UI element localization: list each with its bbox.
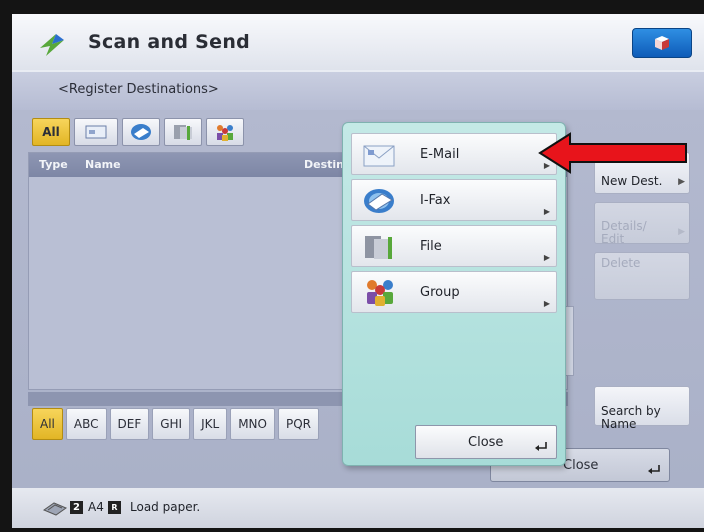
tab-file[interactable] bbox=[164, 118, 202, 146]
popup-item-email[interactable]: E-Mail ▶ bbox=[351, 133, 557, 175]
chevron-right-icon: ▶ bbox=[678, 227, 685, 237]
tab-all-label: All bbox=[42, 125, 60, 139]
scan-send-icon bbox=[40, 34, 64, 56]
file-icon bbox=[174, 125, 192, 140]
ifax-icon bbox=[364, 189, 394, 213]
sub-header: <Register Destinations> bbox=[12, 72, 704, 110]
paper-tray-icon bbox=[42, 502, 68, 516]
register-new-dest-label: New Dest. bbox=[601, 174, 663, 188]
alpha-label: MNO bbox=[238, 417, 267, 431]
home-button[interactable] bbox=[632, 28, 692, 58]
alpha-def[interactable]: DEF bbox=[109, 408, 150, 440]
screen-subtitle: <Register Destinations> bbox=[58, 82, 219, 97]
alpha-label: All bbox=[40, 417, 55, 431]
col-destination: Destin bbox=[304, 158, 344, 171]
group-icon bbox=[367, 280, 393, 306]
alpha-label: DEF bbox=[117, 417, 142, 431]
register-type-popup: E-Mail ▶ I-Fax ▶ File ▶ Group ▶ Close bbox=[342, 122, 566, 466]
popup-item-group[interactable]: Group ▶ bbox=[351, 271, 557, 313]
group-icon bbox=[217, 125, 233, 141]
chevron-right-icon: ▶ bbox=[543, 299, 550, 308]
delete-button[interactable]: Delete bbox=[594, 252, 690, 300]
tab-address[interactable] bbox=[74, 118, 118, 146]
alpha-label: PQR bbox=[285, 417, 312, 431]
popup-item-label: File bbox=[420, 239, 442, 254]
alpha-mno[interactable]: MNO bbox=[230, 408, 275, 440]
search-by-name-label: Search by Name bbox=[601, 404, 661, 431]
destination-type-tabs: All bbox=[32, 118, 244, 146]
details-edit-label: Details/ Edit bbox=[601, 219, 647, 246]
cube-icon bbox=[655, 36, 669, 50]
search-by-name-button[interactable]: Search by Name bbox=[594, 386, 690, 431]
file-icon bbox=[365, 236, 392, 259]
popup-item-ifax[interactable]: I-Fax ▶ bbox=[351, 179, 557, 221]
popup-close-button[interactable]: Close bbox=[415, 425, 557, 459]
popup-item-label: I-Fax bbox=[420, 193, 451, 208]
title-bar: Scan and Send bbox=[12, 14, 704, 70]
email-icon bbox=[363, 145, 395, 167]
popup-item-label: E-Mail bbox=[420, 147, 460, 162]
tab-group[interactable] bbox=[206, 118, 244, 146]
main-close-label: Close bbox=[563, 458, 599, 473]
alphabet-filter: All ABC DEF GHI JKL MNO PQR bbox=[32, 408, 320, 440]
alpha-ghi[interactable]: GHI bbox=[152, 408, 191, 440]
chevron-right-icon: ▶ bbox=[543, 253, 550, 262]
alpha-label: ABC bbox=[73, 417, 99, 431]
paper-drawer-number: 2 bbox=[70, 501, 83, 514]
status-bar: 2 A4 R Load paper. bbox=[12, 488, 704, 528]
touch-screen: Scan and Send <Register Destinations> Al… bbox=[12, 14, 704, 528]
address-card-icon bbox=[85, 125, 107, 139]
col-name: Name bbox=[85, 158, 121, 171]
popup-close-label: Close bbox=[468, 435, 504, 450]
chevron-right-icon: ▶ bbox=[678, 177, 685, 187]
paper-orientation-icon: R bbox=[108, 501, 121, 514]
return-arrow-icon bbox=[648, 465, 660, 474]
paper-size: A4 bbox=[88, 500, 104, 514]
alpha-jkl[interactable]: JKL bbox=[193, 408, 228, 440]
ifax-icon bbox=[131, 124, 151, 140]
col-type: Type bbox=[39, 158, 68, 171]
status-message: Load paper. bbox=[130, 500, 201, 514]
tab-all[interactable]: All bbox=[32, 118, 70, 146]
popup-item-file[interactable]: File ▶ bbox=[351, 225, 557, 267]
tab-ifax[interactable] bbox=[122, 118, 160, 146]
chevron-right-icon: ▶ bbox=[543, 207, 550, 216]
alpha-label: JKL bbox=[201, 417, 220, 431]
details-edit-button[interactable]: Details/ Edit ▶ bbox=[594, 202, 690, 246]
delete-label: Delete bbox=[601, 256, 641, 270]
alpha-all[interactable]: All bbox=[32, 408, 63, 440]
app-title: Scan and Send bbox=[88, 31, 251, 53]
popup-item-label: Group bbox=[420, 285, 460, 300]
alpha-pqr[interactable]: PQR bbox=[277, 408, 320, 440]
return-arrow-icon bbox=[535, 442, 547, 451]
alpha-abc[interactable]: ABC bbox=[65, 408, 107, 440]
alpha-label: GHI bbox=[160, 417, 183, 431]
annotation-arrow-icon bbox=[538, 132, 687, 174]
device-frame: Scan and Send <Register Destinations> Al… bbox=[0, 0, 704, 532]
